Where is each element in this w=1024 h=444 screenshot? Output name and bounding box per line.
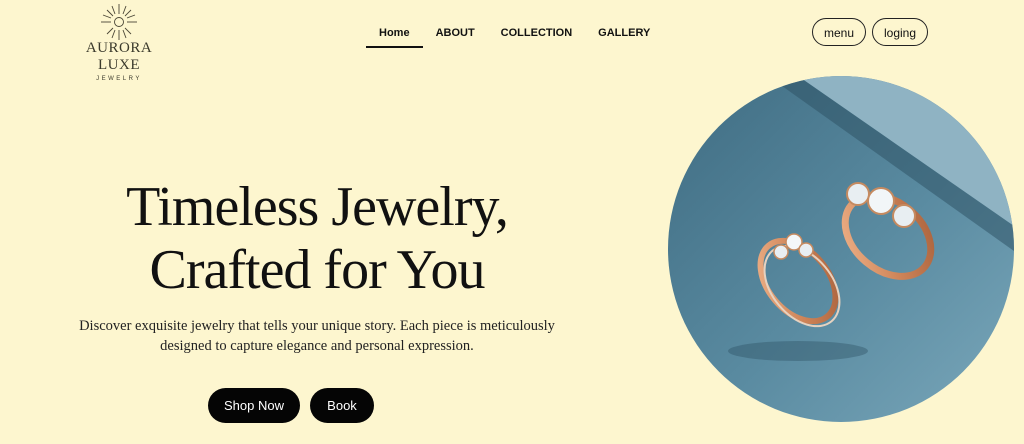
hero-description-line-1: Discover exquisite jewelry that tells yo…	[79, 318, 555, 334]
login-button[interactable]: loging	[872, 18, 928, 46]
sun-burst-icon	[101, 4, 137, 40]
brand-name: AURORA LUXE	[85, 40, 153, 73]
nav-collection[interactable]: COLLECTION	[488, 26, 586, 48]
brand-logo[interactable]: AURORA LUXE JEWELRY	[64, 2, 174, 82]
menu-button[interactable]: menu	[812, 18, 866, 46]
hero-description: Discover exquisite jewelry that tells yo…	[56, 316, 578, 356]
nav-home[interactable]: Home	[366, 26, 423, 48]
brand-subtitle: JEWELRY	[96, 76, 142, 82]
main-nav: Home ABOUT COLLECTION GALLERY	[366, 26, 663, 48]
nav-gallery[interactable]: GALLERY	[585, 26, 663, 48]
hero-title-line-1: Timeless Jewelry,	[126, 176, 509, 238]
hero-title-line-2: Crafted for You	[149, 239, 486, 301]
shop-now-button[interactable]: Shop Now	[208, 388, 300, 423]
hero-title: Timeless Jewelry, Crafted for You	[60, 176, 574, 302]
nav-about[interactable]: ABOUT	[423, 26, 488, 48]
hero-rings-image	[668, 76, 1014, 422]
hero-description-line-2: designed to capture elegance and persona…	[160, 338, 474, 354]
book-button[interactable]: Book	[310, 388, 374, 423]
